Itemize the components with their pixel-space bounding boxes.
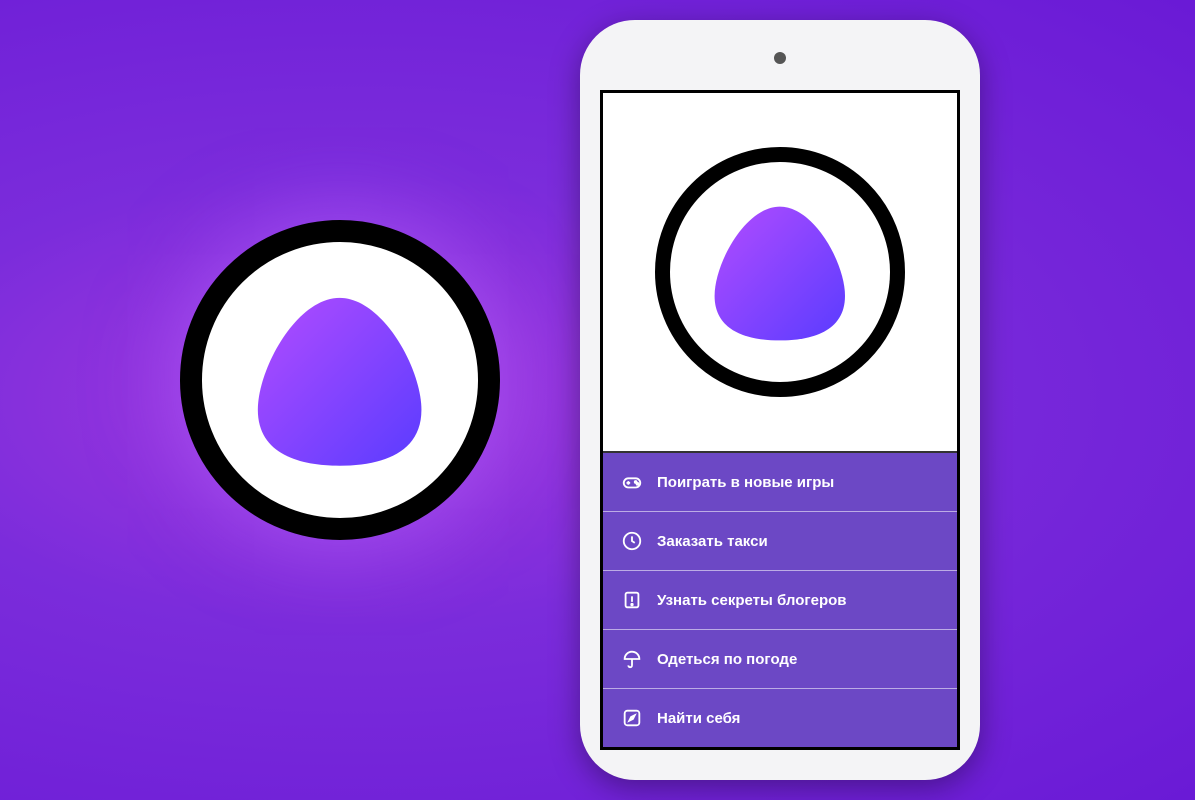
menu-item-label: Найти себя	[657, 710, 740, 727]
standalone-logo	[180, 220, 500, 540]
alice-logo-icon	[694, 186, 866, 358]
gamepad-icon	[621, 471, 643, 493]
book-icon	[621, 589, 643, 611]
menu-item-label: Поиграть в новые игры	[657, 474, 834, 491]
menu-item-games[interactable]: Поиграть в новые игры	[603, 453, 957, 511]
menu-item-find-self[interactable]: Найти себя	[603, 688, 957, 747]
app-logo-area	[603, 93, 957, 453]
phone-camera-dot	[774, 52, 786, 64]
phone-screen: Поиграть в новые игры Заказать такси Узн…	[600, 90, 960, 750]
phone-mockup: Поиграть в новые игры Заказать такси Узн…	[580, 20, 980, 780]
menu-item-label: Узнать секреты блогеров	[657, 592, 847, 609]
menu-item-weather[interactable]: Одеться по погоде	[603, 629, 957, 688]
compass-icon	[621, 707, 643, 729]
menu-item-label: Одеться по погоде	[657, 651, 797, 668]
suggestions-menu: Поиграть в новые игры Заказать такси Узн…	[603, 453, 957, 747]
app-logo-circle	[655, 147, 905, 397]
umbrella-icon	[621, 648, 643, 670]
menu-item-taxi[interactable]: Заказать такси	[603, 511, 957, 570]
menu-item-bloggers[interactable]: Узнать секреты блогеров	[603, 570, 957, 629]
taxi-icon	[621, 530, 643, 552]
menu-item-label: Заказать такси	[657, 533, 768, 550]
alice-logo-icon	[232, 272, 447, 487]
